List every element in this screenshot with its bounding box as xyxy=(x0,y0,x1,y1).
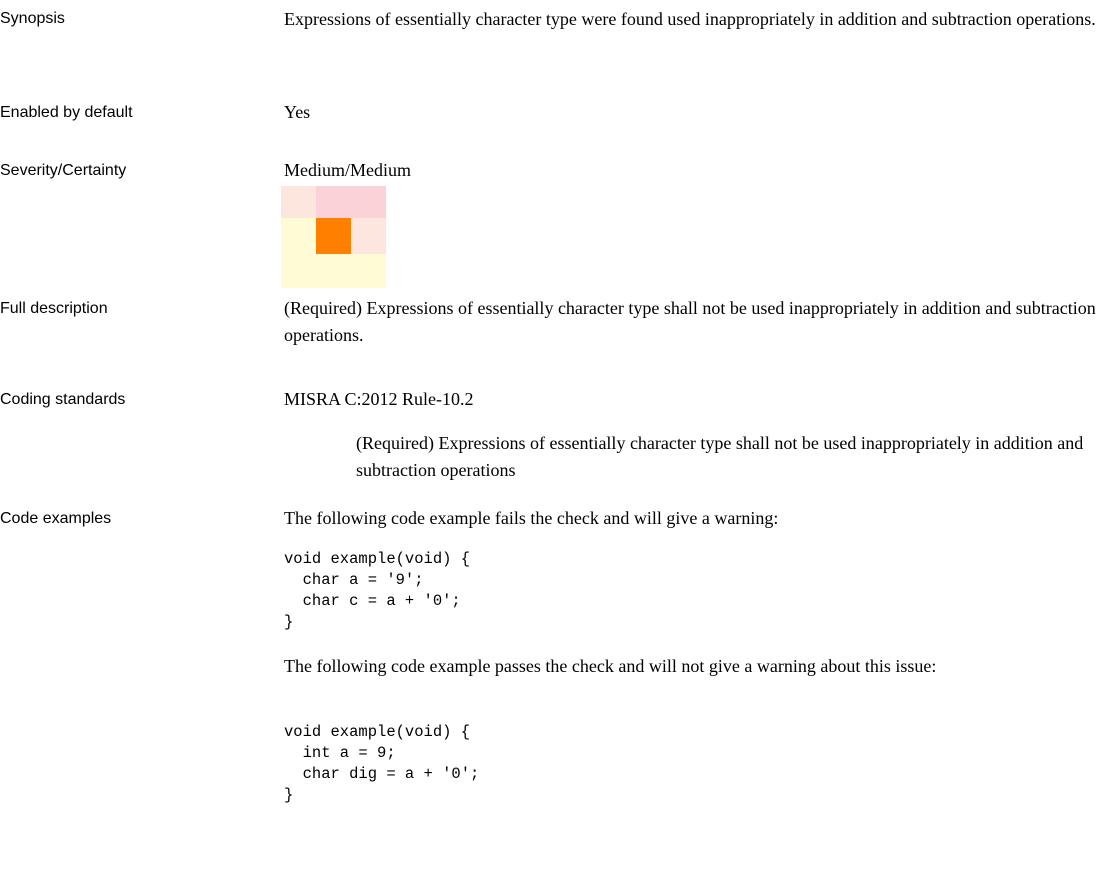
failing-example-intro: The following code example fails the che… xyxy=(284,508,779,528)
rule-description-page: Synopsis Expressions of essentially char… xyxy=(0,0,1113,881)
severity-certainty-matrix xyxy=(281,186,386,288)
passing-code-block: void example(void) { int a = 9; char dig… xyxy=(284,723,480,804)
coding-standard-detail: (Required) Expressions of essentially ch… xyxy=(356,433,1084,480)
severity-certainty-label: Severity/Certainty xyxy=(0,162,127,179)
full-description-text: (Required) Expressions of essentially ch… xyxy=(284,298,1096,345)
full-description-label: Full description xyxy=(0,300,108,317)
synopsis-label: Synopsis xyxy=(0,10,65,27)
matrix-cell xyxy=(281,218,316,254)
matrix-cell xyxy=(351,186,386,218)
enabled-by-default-label: Enabled by default xyxy=(0,104,133,121)
matrix-cell xyxy=(281,254,316,288)
matrix-cell xyxy=(316,254,351,288)
coding-standards-label: Coding standards xyxy=(0,391,126,408)
enabled-by-default-value: Yes xyxy=(284,102,311,122)
passing-example-intro: The following code example passes the ch… xyxy=(284,656,937,676)
matrix-cell-highlighted xyxy=(316,218,351,254)
matrix-cell xyxy=(351,254,386,288)
failing-code-block: void example(void) { char a = '9'; char … xyxy=(284,550,471,631)
synopsis-text: Expressions of essentially character typ… xyxy=(284,9,1096,29)
matrix-cell xyxy=(281,186,316,218)
severity-certainty-value: Medium/Medium xyxy=(284,160,411,180)
matrix-cell xyxy=(351,218,386,254)
code-examples-label: Code examples xyxy=(0,510,112,527)
matrix-cell xyxy=(316,186,351,218)
coding-standard-id: MISRA C:2012 Rule-10.2 xyxy=(284,389,474,409)
